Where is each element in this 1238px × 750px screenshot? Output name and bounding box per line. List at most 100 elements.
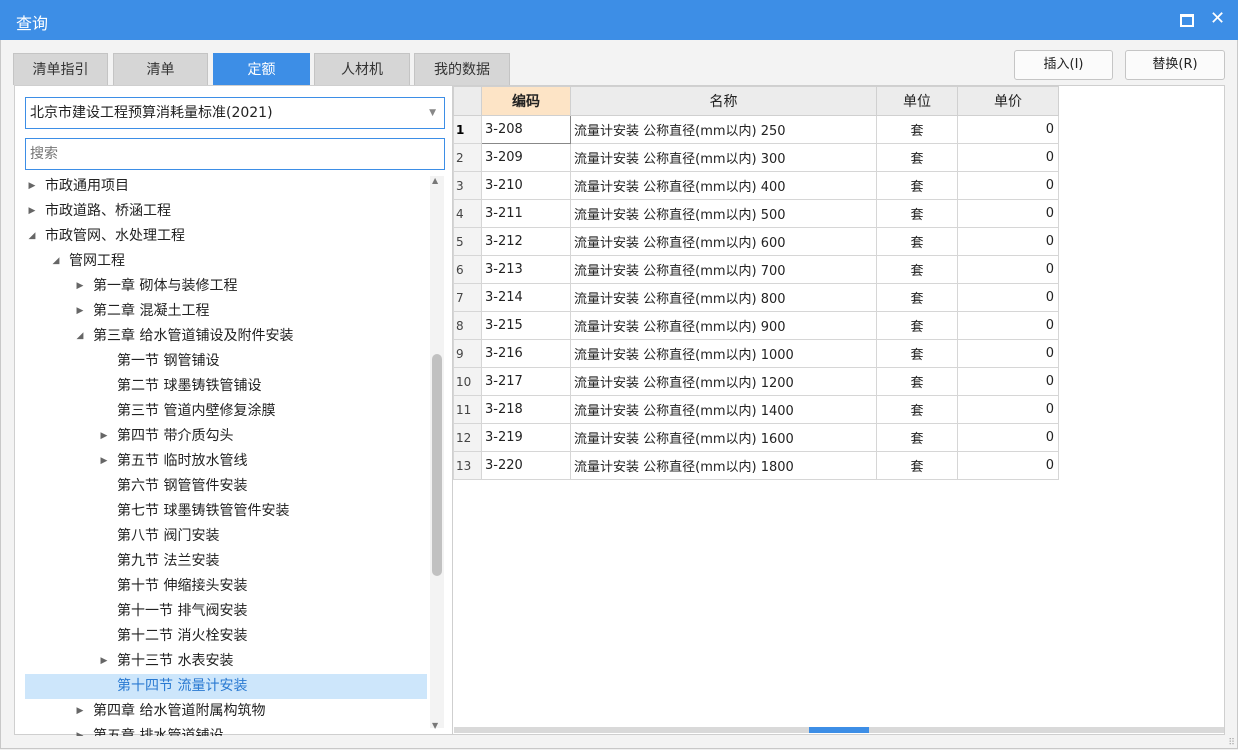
name-cell[interactable]: 流量计安装 公称直径(mm以内) 700 bbox=[570, 255, 877, 284]
code-cell[interactable]: 3-218 bbox=[481, 395, 571, 424]
tab-list[interactable]: 清单 bbox=[113, 53, 208, 85]
splitter-grip[interactable] bbox=[809, 727, 869, 733]
table-row[interactable]: 3 3-210 流量计安装 公称直径(mm以内) 400 套 0 bbox=[453, 171, 1059, 200]
code-cell[interactable]: 3-220 bbox=[481, 451, 571, 480]
price-cell[interactable]: 0 bbox=[957, 255, 1059, 284]
name-cell[interactable]: 流量计安装 公称直径(mm以内) 1800 bbox=[570, 451, 877, 480]
name-cell[interactable]: 流量计安装 公称直径(mm以内) 800 bbox=[570, 283, 877, 312]
table-row[interactable]: 13 3-220 流量计安装 公称直径(mm以内) 1800 套 0 bbox=[453, 451, 1059, 480]
close-icon[interactable]: ✕ bbox=[1210, 6, 1225, 32]
name-cell[interactable]: 流量计安装 公称直径(mm以内) 600 bbox=[570, 227, 877, 256]
scrollbar-thumb[interactable] bbox=[432, 354, 442, 576]
unit-cell[interactable]: 套 bbox=[876, 311, 958, 340]
table-row[interactable]: 8 3-215 流量计安装 公称直径(mm以内) 900 套 0 bbox=[453, 311, 1059, 340]
replace-button[interactable]: 替换(R) bbox=[1125, 50, 1225, 80]
name-cell[interactable]: 流量计安装 公称直径(mm以内) 1200 bbox=[570, 367, 877, 396]
collapsed-arrow-icon[interactable]: ▶ bbox=[25, 199, 39, 224]
unit-cell[interactable]: 套 bbox=[876, 143, 958, 172]
tree-node[interactable]: ▶ 第一章 砌体与装修工程 bbox=[25, 274, 427, 299]
tree-node[interactable]: 第八节 阀门安装 bbox=[25, 524, 427, 549]
tree-node[interactable]: ◢ 市政管网、水处理工程 bbox=[25, 224, 427, 249]
code-cell[interactable]: 3-217 bbox=[481, 367, 571, 396]
tree-node[interactable]: ▶ 第十三节 水表安装 bbox=[25, 649, 427, 674]
price-cell[interactable]: 0 bbox=[957, 283, 1059, 312]
search-input[interactable] bbox=[25, 138, 445, 170]
tree-node[interactable]: 第十二节 消火栓安装 bbox=[25, 624, 427, 649]
tab-labor-material-machine[interactable]: 人材机 bbox=[314, 53, 410, 85]
tree-node[interactable]: ▶ 第五章 排水管道铺设 bbox=[25, 724, 427, 736]
standard-select[interactable]: 北京市建设工程预算消耗量标准(2021) ▼ bbox=[25, 97, 445, 129]
tree-node[interactable]: 第七节 球墨铸铁管管件安装 bbox=[25, 499, 427, 524]
price-cell[interactable]: 0 bbox=[957, 171, 1059, 200]
code-cell[interactable]: 3-215 bbox=[481, 311, 571, 340]
tree-node[interactable]: 第十四节 流量计安装 bbox=[25, 674, 427, 699]
tree-node[interactable]: 第九节 法兰安装 bbox=[25, 549, 427, 574]
code-cell[interactable]: 3-209 bbox=[481, 143, 571, 172]
price-cell[interactable]: 0 bbox=[957, 227, 1059, 256]
name-cell[interactable]: 流量计安装 公称直径(mm以内) 1600 bbox=[570, 423, 877, 452]
scroll-up-icon[interactable]: ▲ bbox=[432, 176, 438, 185]
price-cell[interactable]: 0 bbox=[957, 367, 1059, 396]
code-cell[interactable]: 3-213 bbox=[481, 255, 571, 284]
unit-cell[interactable]: 套 bbox=[876, 367, 958, 396]
tree-node[interactable]: 第一节 钢管铺设 bbox=[25, 349, 427, 374]
name-cell[interactable]: 流量计安装 公称直径(mm以内) 400 bbox=[570, 171, 877, 200]
code-cell[interactable]: 3-208 bbox=[481, 115, 571, 144]
tree-node[interactable]: ▶ 第二章 混凝土工程 bbox=[25, 299, 427, 324]
tree-node[interactable]: ▶ 第四节 带介质勾头 bbox=[25, 424, 427, 449]
tree-node[interactable]: 第十一节 排气阀安装 bbox=[25, 599, 427, 624]
table-row[interactable]: 1 3-208 流量计安装 公称直径(mm以内) 250 套 0 bbox=[453, 115, 1059, 144]
horizontal-splitter[interactable] bbox=[454, 727, 1224, 733]
tree-node[interactable]: 第二节 球墨铸铁管铺设 bbox=[25, 374, 427, 399]
tree-scrollbar[interactable]: ▲ ▼ bbox=[430, 176, 444, 730]
collapsed-arrow-icon[interactable]: ▶ bbox=[97, 424, 111, 449]
table-row[interactable]: 9 3-216 流量计安装 公称直径(mm以内) 1000 套 0 bbox=[453, 339, 1059, 368]
code-cell[interactable]: 3-216 bbox=[481, 339, 571, 368]
resize-grip-icon[interactable]: ⠿ bbox=[1228, 738, 1235, 748]
tree-node[interactable]: ▶ 第五节 临时放水管线 bbox=[25, 449, 427, 474]
maximize-icon[interactable] bbox=[1180, 14, 1194, 27]
tree-node[interactable]: ◢ 管网工程 bbox=[25, 249, 427, 274]
name-cell[interactable]: 流量计安装 公称直径(mm以内) 500 bbox=[570, 199, 877, 228]
price-cell[interactable]: 0 bbox=[957, 395, 1059, 424]
table-row[interactable]: 5 3-212 流量计安装 公称直径(mm以内) 600 套 0 bbox=[453, 227, 1059, 256]
name-cell[interactable]: 流量计安装 公称直径(mm以内) 900 bbox=[570, 311, 877, 340]
collapsed-arrow-icon[interactable]: ▶ bbox=[73, 299, 87, 324]
scroll-down-icon[interactable]: ▼ bbox=[432, 721, 438, 730]
price-cell[interactable]: 0 bbox=[957, 339, 1059, 368]
name-cell[interactable]: 流量计安装 公称直径(mm以内) 1000 bbox=[570, 339, 877, 368]
tree-node[interactable]: ▶ 第四章 给水管道附属构筑物 bbox=[25, 699, 427, 724]
tree-node[interactable]: 第十节 伸缩接头安装 bbox=[25, 574, 427, 599]
header-name[interactable]: 名称 bbox=[570, 86, 877, 116]
header-unit[interactable]: 单位 bbox=[876, 86, 958, 116]
name-cell[interactable]: 流量计安装 公称直径(mm以内) 250 bbox=[570, 115, 877, 144]
name-cell[interactable]: 流量计安装 公称直径(mm以内) 1400 bbox=[570, 395, 877, 424]
tree-node[interactable]: ▶ 市政通用项目 bbox=[25, 174, 427, 199]
unit-cell[interactable]: 套 bbox=[876, 339, 958, 368]
unit-cell[interactable]: 套 bbox=[876, 227, 958, 256]
tab-my-data[interactable]: 我的数据 bbox=[414, 53, 510, 85]
tree-node[interactable]: ▶ 市政道路、桥涵工程 bbox=[25, 199, 427, 224]
unit-cell[interactable]: 套 bbox=[876, 255, 958, 284]
collapsed-arrow-icon[interactable]: ▶ bbox=[25, 174, 39, 199]
code-cell[interactable]: 3-210 bbox=[481, 171, 571, 200]
code-cell[interactable]: 3-212 bbox=[481, 227, 571, 256]
price-cell[interactable]: 0 bbox=[957, 451, 1059, 480]
price-cell[interactable]: 0 bbox=[957, 199, 1059, 228]
unit-cell[interactable]: 套 bbox=[876, 283, 958, 312]
collapsed-arrow-icon[interactable]: ▶ bbox=[73, 724, 87, 736]
unit-cell[interactable]: 套 bbox=[876, 451, 958, 480]
table-row[interactable]: 12 3-219 流量计安装 公称直径(mm以内) 1600 套 0 bbox=[453, 423, 1059, 452]
header-price[interactable]: 单价 bbox=[957, 86, 1059, 116]
table-row[interactable]: 7 3-214 流量计安装 公称直径(mm以内) 800 套 0 bbox=[453, 283, 1059, 312]
tab-quota[interactable]: 定额 bbox=[213, 53, 310, 85]
price-cell[interactable]: 0 bbox=[957, 115, 1059, 144]
name-cell[interactable]: 流量计安装 公称直径(mm以内) 300 bbox=[570, 143, 877, 172]
expanded-arrow-icon[interactable]: ◢ bbox=[73, 324, 87, 349]
code-cell[interactable]: 3-211 bbox=[481, 199, 571, 228]
code-cell[interactable]: 3-219 bbox=[481, 423, 571, 452]
tree-node[interactable]: 第三节 管道内壁修复涂膜 bbox=[25, 399, 427, 424]
collapsed-arrow-icon[interactable]: ▶ bbox=[73, 699, 87, 724]
table-row[interactable]: 6 3-213 流量计安装 公称直径(mm以内) 700 套 0 bbox=[453, 255, 1059, 284]
unit-cell[interactable]: 套 bbox=[876, 171, 958, 200]
